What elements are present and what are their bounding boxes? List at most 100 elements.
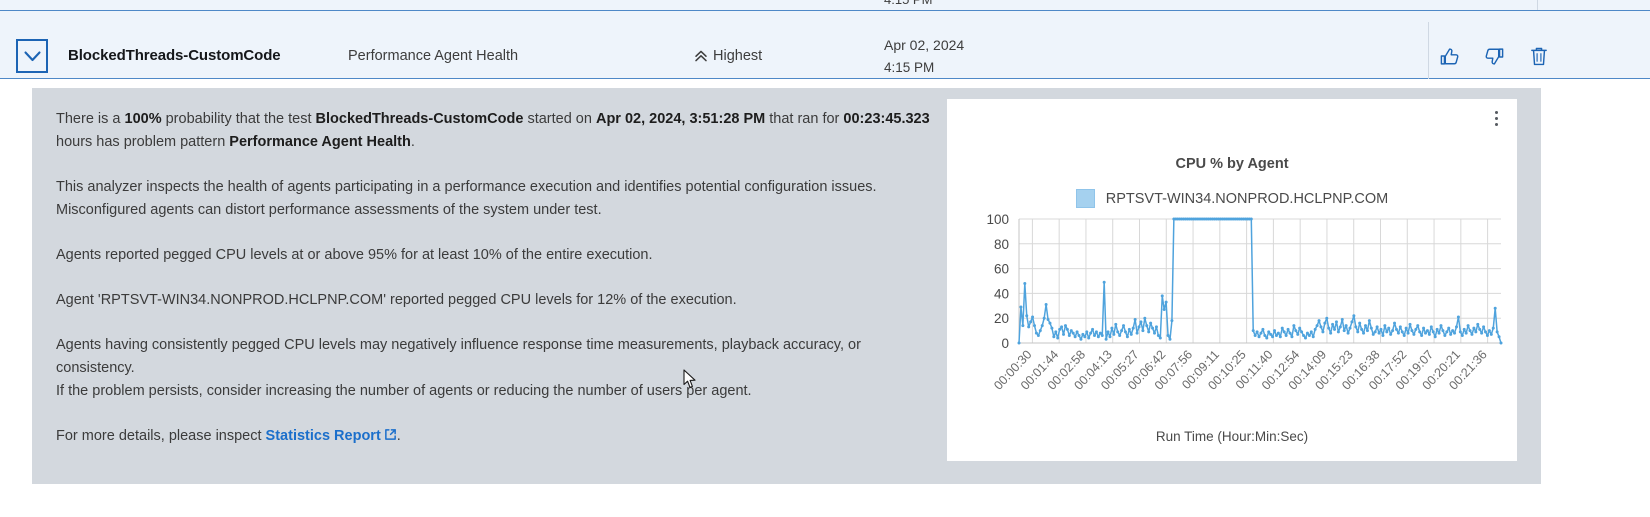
chart-data-point: [1062, 332, 1066, 336]
chart-data-point: [1431, 330, 1435, 334]
chart-data-point: [1118, 334, 1122, 338]
chart-data-point: [1433, 335, 1437, 339]
chart-data-point: [1075, 330, 1079, 334]
thumbs-down-button[interactable]: [1483, 44, 1505, 68]
chart-data-point: [1255, 330, 1259, 334]
external-link-icon[interactable]: [384, 426, 397, 449]
chart-data-point: [1315, 324, 1319, 328]
chart-data-point: [1092, 334, 1096, 338]
legend-swatch: [1075, 189, 1095, 208]
chart-data-point: [1046, 317, 1050, 321]
p1-t2: probability that the test: [161, 111, 316, 127]
y-axis-tick: 20: [994, 311, 1009, 326]
p1-t1: There is a: [56, 111, 125, 127]
y-axis-tick: 80: [994, 237, 1009, 252]
chart-data-point: [1435, 327, 1439, 331]
chart-data-point: [1334, 320, 1338, 324]
chart-data-point: [1358, 321, 1362, 325]
chart-data-point: [1400, 330, 1404, 334]
p5-line1: Agents having consistently pegged CPU le…: [56, 337, 861, 353]
expand-collapse-button[interactable]: [16, 39, 48, 73]
y-axis-tick: 40: [994, 286, 1009, 301]
chart-data-point: [1311, 335, 1315, 339]
chart-data-point: [1362, 331, 1366, 335]
p1-probability: 100%: [124, 111, 162, 127]
chart-data-point: [1412, 332, 1416, 336]
chart-data-point: [1071, 331, 1075, 335]
chart-data-point: [1282, 330, 1286, 334]
chart-data-point: [1323, 321, 1327, 325]
p1-t3: started on: [523, 111, 596, 127]
chart-data-point: [1472, 326, 1476, 330]
chart-data-point: [1389, 332, 1393, 336]
p2-line1: This analyzer inspects the health of age…: [56, 179, 877, 195]
chart-data-point: [1344, 324, 1348, 328]
paragraph-analyzer-description: This analyzer inspects the health of age…: [56, 176, 936, 222]
chart-data-point: [1120, 329, 1124, 333]
chart-data-point: [1305, 331, 1309, 335]
chart-data-point: [1325, 316, 1329, 320]
chart-data-point: [1462, 327, 1466, 331]
thumbs-down-icon: [1484, 46, 1505, 67]
chart-data-point: [1083, 335, 1087, 339]
statistics-report-link[interactable]: Statistics Report: [266, 428, 381, 444]
chart-data-point: [1338, 325, 1342, 329]
chart-data-point: [1487, 329, 1491, 333]
chart-data-point: [1451, 329, 1455, 333]
chart-data-point: [1373, 330, 1377, 334]
chart-data-point: [1480, 331, 1484, 335]
chart-data-point: [1077, 334, 1081, 338]
chart-data-point: [1427, 332, 1431, 336]
chart-data-point: [1036, 334, 1040, 338]
result-date: Apr 02, 2024: [884, 37, 965, 53]
chart-legend[interactable]: RPTSVT-WIN34.NONPROD.HCLPNP.COM: [947, 189, 1517, 208]
chart-data-point: [1478, 327, 1482, 331]
chart-data-point: [1153, 331, 1156, 335]
chart-data-point: [1342, 329, 1346, 333]
chart-data-point: [1091, 327, 1095, 331]
chart-data-point: [1313, 327, 1317, 331]
chart-data-point: [1404, 326, 1408, 330]
chart-data-point: [1271, 335, 1275, 339]
chart-data-point: [1424, 331, 1428, 335]
p1-pattern: Performance Agent Health: [229, 134, 411, 150]
delete-button[interactable]: [1528, 44, 1550, 68]
chart-data-point: [1445, 330, 1449, 334]
result-header-row[interactable]: BlockedThreads-CustomCode Performance Ag…: [0, 11, 1650, 79]
chart-data-point: [1300, 330, 1304, 334]
p6-suffix: .: [396, 428, 401, 444]
chart-data-point: [1280, 326, 1284, 330]
chart-data-point: [1394, 327, 1398, 331]
previous-row-divider: [1537, 0, 1538, 10]
chart-data-point: [1303, 336, 1307, 340]
p1-duration: 00:23:45.323: [843, 111, 930, 127]
thumbs-up-icon: [1439, 46, 1460, 67]
chart-data-point: [1145, 324, 1149, 328]
header-divider: [1428, 22, 1429, 79]
chart-data-point: [1023, 281, 1027, 285]
kebab-menu-icon[interactable]: [1487, 107, 1505, 129]
chart-data-point: [1102, 280, 1106, 284]
chart-data-point: [1040, 324, 1044, 328]
chart-data-point: [1352, 314, 1356, 318]
chart-data-point: [1253, 334, 1257, 338]
chart-data-point: [1164, 300, 1168, 304]
result-time: 4:15 PM: [884, 60, 935, 75]
chart-data-point: [1420, 334, 1424, 338]
thumbs-up-button[interactable]: [1438, 44, 1460, 68]
chart-data-point: [1151, 326, 1155, 330]
chart-data-point: [1154, 325, 1158, 329]
chart-data-point: [1073, 335, 1077, 339]
chart-data-point: [1269, 332, 1273, 336]
chart-data-point: [1468, 329, 1472, 333]
chart-data-point: [1474, 330, 1478, 334]
chart-data-point: [1454, 325, 1458, 329]
chart-data-point: [1160, 294, 1164, 298]
chart-data-point: [1149, 321, 1153, 325]
chart-data-point: [1456, 315, 1460, 319]
chart-data-point: [1025, 314, 1029, 318]
chart-data-point: [1422, 326, 1426, 330]
chart-data-point: [1331, 322, 1335, 326]
chart-data-point: [1348, 326, 1352, 330]
chart-data-point: [1019, 305, 1023, 309]
